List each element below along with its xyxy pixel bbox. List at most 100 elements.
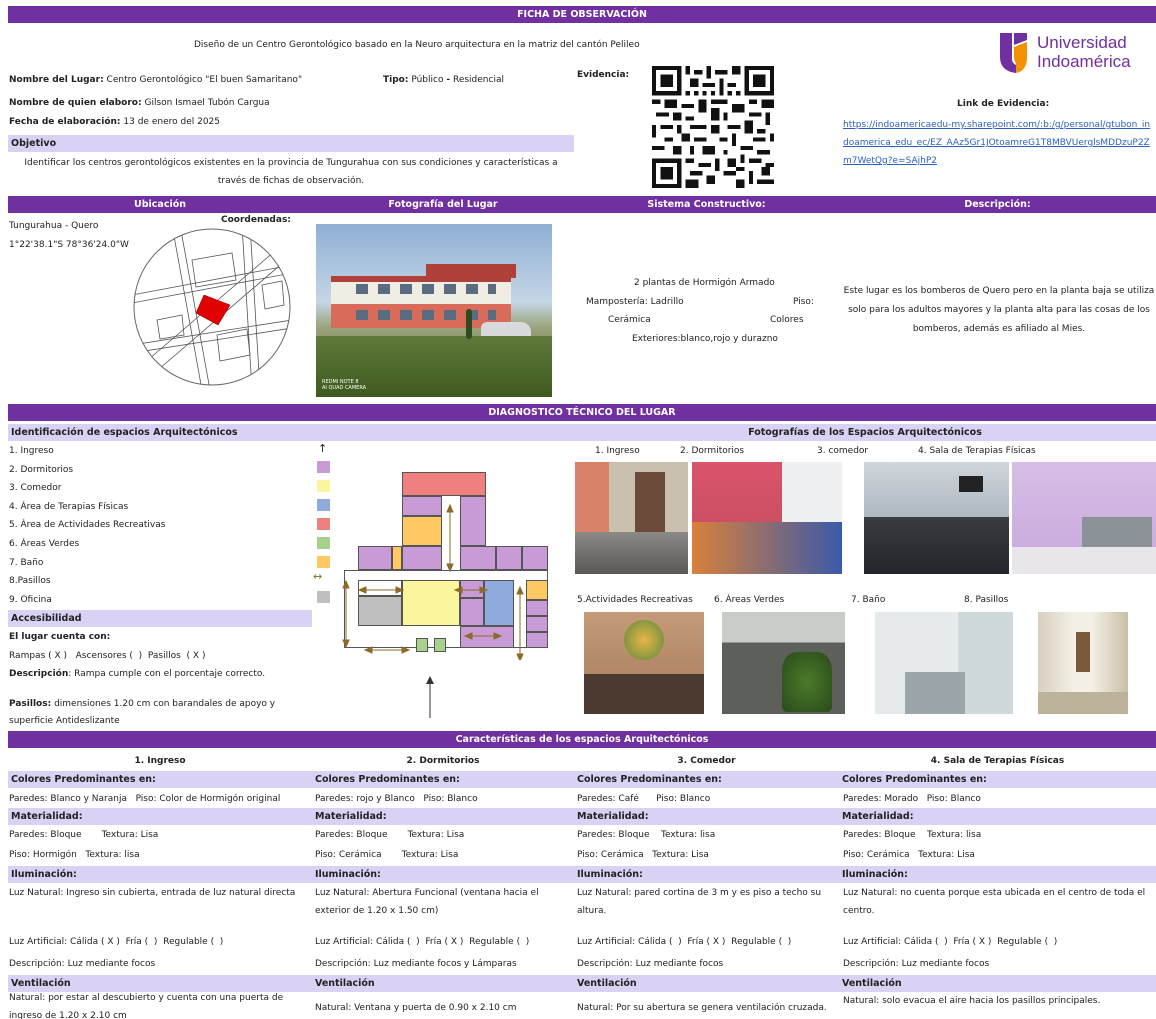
photo-label: 5.Actividades Recreativas xyxy=(577,595,693,605)
floor-plan xyxy=(340,470,550,660)
luz-artificial: Luz Artificial: Cálida ( X ) Fría ( ) Re… xyxy=(9,937,224,947)
photo-terapias xyxy=(1012,462,1156,574)
photo-label: 1. Ingreso xyxy=(595,446,640,456)
sistema-line-1: 2 plantas de Hormigón Armado xyxy=(634,278,775,288)
elaboro-row: Nombre de quien elaboro: Gilson Ismael T… xyxy=(9,97,270,110)
pasillos-label: Pasillos: xyxy=(9,699,52,709)
materialidad-header: Materialidad: xyxy=(839,808,1156,825)
legend-swatch xyxy=(317,480,330,492)
photo-comedor xyxy=(864,462,1009,574)
mat-value: Paredes: Bloque Textura: Lisa xyxy=(315,830,465,840)
tipo-dash: - xyxy=(446,75,451,85)
ident-header: Identificación de espacios Arquitectónic… xyxy=(8,424,574,441)
logo-text-1: Universidad xyxy=(1037,33,1127,52)
diagnostico-header: DIAGNOSTICO TÉCNICO DEL LUGAR xyxy=(8,404,1156,421)
luz-natural: Luz Natural: pared cortina de 3 m y es p… xyxy=(577,888,822,916)
mat-value: Paredes: Bloque Textura: lisa xyxy=(577,830,716,840)
photo-label: 3. comedor xyxy=(817,446,869,456)
iluminacion-header: Iluminación: xyxy=(312,866,574,883)
luz-natural: Luz Natural: Abertura Funcional (ventana… xyxy=(315,888,539,916)
photo-label: 2. Dormitorios xyxy=(680,446,745,456)
legend-swatch xyxy=(317,499,330,511)
colores-value: Paredes: Café Piso: Blanco xyxy=(577,794,711,804)
space-item: 9. Oficina xyxy=(9,595,52,605)
mat-value: Paredes: Bloque Textura: Lisa xyxy=(9,830,159,840)
space-item: 2. Dormitorios xyxy=(9,465,74,475)
colores-value: Paredes: rojo y Blanco Piso: Blanco xyxy=(315,794,478,804)
university-logo: Universidad Indoamérica xyxy=(1000,33,1150,75)
photo-areas-verdes xyxy=(722,612,845,714)
legend-swatch xyxy=(317,537,330,549)
mat-value: Paredes: Bloque Textura: lisa xyxy=(843,830,982,840)
iluminacion-header: Iluminación: xyxy=(839,866,1156,883)
luz-artificial: Luz Artificial: Cálida ( ) Fría ( X ) Re… xyxy=(843,937,1058,947)
entry-arrow-icon xyxy=(424,676,436,718)
space-item: 4. Área de Terapias Físicas xyxy=(9,502,129,512)
luz-desc: Descripción: Luz mediante focos xyxy=(9,959,156,969)
mat-value: Piso: Cerámica Textura: Lisa xyxy=(577,850,709,860)
accesibilidad-header: Accesibilidad xyxy=(8,610,312,627)
space-item: 6. Áreas Verdes xyxy=(9,539,80,549)
ventilacion-value: Natural: Ventana y puerta de 0.90 x 2.10… xyxy=(315,1003,517,1013)
pasillos-block: Pasillos: dimensiones 1.20 cm con barand… xyxy=(9,696,299,730)
colores-value: Paredes: Blanco y Naranja Piso: Color de… xyxy=(9,794,281,804)
nombre-value: Centro Gerontológico "El buen Samaritano… xyxy=(106,75,303,85)
space-item: 3. Comedor xyxy=(9,483,62,493)
location-map xyxy=(133,228,291,386)
logo-mark-icon xyxy=(1000,33,1027,73)
space-item: 7. Baño xyxy=(9,558,44,568)
photo-label: 7. Baño xyxy=(851,595,886,605)
nombre-row: Nombre del Lugar: Centro Gerontológico "… xyxy=(9,74,302,87)
building-photo: REDMI NOTE 8 AI QUAD CAMERA xyxy=(316,224,552,397)
legend-swatch xyxy=(317,591,330,603)
fotos-header-label: Fotografías de los Espacios Arquitectóni… xyxy=(748,427,982,438)
photo-pasillos xyxy=(1038,612,1128,714)
iluminacion-header: Iluminación: xyxy=(574,866,839,883)
descripcion-text: Este lugar es los bomberos de Quero pero… xyxy=(843,286,1155,334)
coords-text: 1°22'38.1"S 78°36'24.0"W xyxy=(9,240,129,250)
luz-desc: Descripción: Luz mediante focos xyxy=(843,959,990,969)
caracteristicas-header: Características de los espacios Arquitec… xyxy=(8,731,1156,748)
iluminacion-header: Iluminación: xyxy=(8,866,312,883)
mat-value: Piso: Cerámica Textura: Lisa xyxy=(843,850,975,860)
descripcion-row: Descripción: Rampa cumple con el porcent… xyxy=(9,668,265,681)
legend-swatch xyxy=(317,518,330,530)
fotografia-header: Fotografía del Lugar xyxy=(312,196,574,213)
photo-label: 4. Sala de Terapias Físicas xyxy=(918,446,1036,456)
ventilacion-value: Natural: por estar al descubierto y cuen… xyxy=(9,993,284,1019)
colores-header: Colores Predominantes en: xyxy=(839,771,1156,788)
logo-text-2: Indoamérica xyxy=(1037,52,1131,71)
desc-label: Descripción xyxy=(9,669,69,679)
evidence-link[interactable]: https://indoamericaedu-my.sharepoint.com… xyxy=(843,116,1155,170)
sistema-line-4: Exteriores:blanco,rojo y durazno xyxy=(632,334,778,344)
colores-header: Colores Predominantes en: xyxy=(312,771,574,788)
col-title: 1. Ingreso xyxy=(134,756,186,766)
materialidad-header: Materialidad: xyxy=(312,808,574,825)
space-item: 5. Área de Actividades Recreativas xyxy=(9,520,166,530)
luz-desc: Descripción: Luz mediante focos xyxy=(577,959,724,969)
fecha-value: 13 de enero del 2025 xyxy=(123,117,220,127)
header-title-bar: FICHA DE OBSERVACIÓN xyxy=(8,6,1156,23)
ubicacion-header: Ubicación xyxy=(8,196,312,213)
descripcion-header: Descripción: xyxy=(839,196,1156,213)
photo-ingreso xyxy=(575,462,688,574)
link-label: Link de Evidencia: xyxy=(957,99,1050,109)
fotos-header: Fotografías de los Espacios Arquitectóni… xyxy=(574,424,1156,441)
luz-artificial: Luz Artificial: Cálida ( ) Fría ( X ) Re… xyxy=(315,937,530,947)
nombre-label: Nombre del Lugar: xyxy=(9,75,104,85)
colores-value: Paredes: Morado Piso: Blanco xyxy=(843,794,981,804)
photo-bano xyxy=(875,612,1013,714)
legend-swatch xyxy=(317,461,330,473)
tipo-value-2: Residencial xyxy=(452,75,504,85)
objetivo-header: Objetivo xyxy=(8,135,574,152)
sistema-line-3b: Colores xyxy=(770,315,804,325)
evidencia-label: Evidencia: xyxy=(577,70,630,80)
fecha-label: Fecha de elaboración: xyxy=(9,117,121,127)
col-title: 3. Comedor xyxy=(677,756,736,766)
legend-swatch xyxy=(317,556,330,568)
sistema-line-2a: Mampostería: Ladrillo xyxy=(586,297,684,307)
desc-text: : Rampa cumple con el porcentaje correct… xyxy=(68,669,266,679)
photo-label: 6. Áreas Verdes xyxy=(714,595,785,605)
elaboro-value: Gilson Ismael Tubón Cargua xyxy=(144,98,270,108)
col-title: 2. Dormitorios xyxy=(406,756,480,766)
